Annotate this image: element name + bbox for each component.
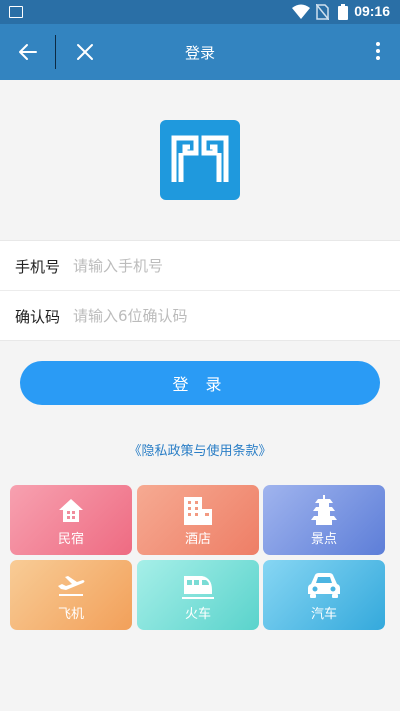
back-arrow-icon[interactable] (14, 38, 42, 66)
phone-row: 手机号 (0, 241, 400, 291)
more-options-icon[interactable] (374, 40, 382, 64)
category-label: 景点 (310, 532, 337, 547)
category-scenic-spot[interactable]: 景点 (263, 485, 385, 555)
car-icon (308, 573, 340, 598)
clock: 09:16 (354, 3, 390, 19)
close-icon[interactable] (71, 38, 99, 66)
title-bar: 登录 (0, 24, 400, 80)
code-row: 确认码 (0, 291, 400, 341)
image-notification-icon (9, 6, 23, 18)
category-label: 汽车 (310, 607, 337, 622)
category-label: 飞机 (57, 607, 84, 622)
status-bar: 09:16 (0, 0, 400, 24)
app-logo (160, 120, 240, 200)
gate-logo-icon (171, 135, 229, 182)
category-label: 民宿 (57, 532, 84, 547)
building-icon (184, 497, 212, 525)
phone-label: 手机号 (15, 258, 61, 276)
no-sim-icon (316, 4, 329, 20)
page-title: 登录 (184, 44, 215, 62)
house-icon (59, 499, 83, 522)
category-label: 火车 (184, 607, 211, 622)
category-train[interactable]: 火车 (137, 560, 259, 630)
category-label: 酒店 (184, 532, 211, 547)
code-label: 确认码 (15, 308, 61, 326)
battery-icon (338, 4, 348, 20)
login-form: 手机号 确认码 (0, 240, 400, 341)
code-input[interactable] (73, 301, 383, 331)
privacy-policy-link[interactable]: 《隐私政策与使用条款》 (0, 440, 400, 459)
category-bus[interactable]: 汽车 (263, 560, 385, 630)
category-homestay[interactable]: 民宿 (10, 485, 132, 555)
login-button[interactable]: 登 录 (20, 361, 380, 405)
airplane-icon (58, 576, 85, 596)
wifi-icon (292, 4, 310, 19)
train-icon (182, 576, 214, 599)
title-divider (55, 35, 56, 69)
pagoda-icon (311, 495, 337, 525)
phone-input[interactable] (73, 251, 383, 281)
category-flight[interactable]: 飞机 (10, 560, 132, 630)
category-hotel[interactable]: 酒店 (137, 485, 259, 555)
